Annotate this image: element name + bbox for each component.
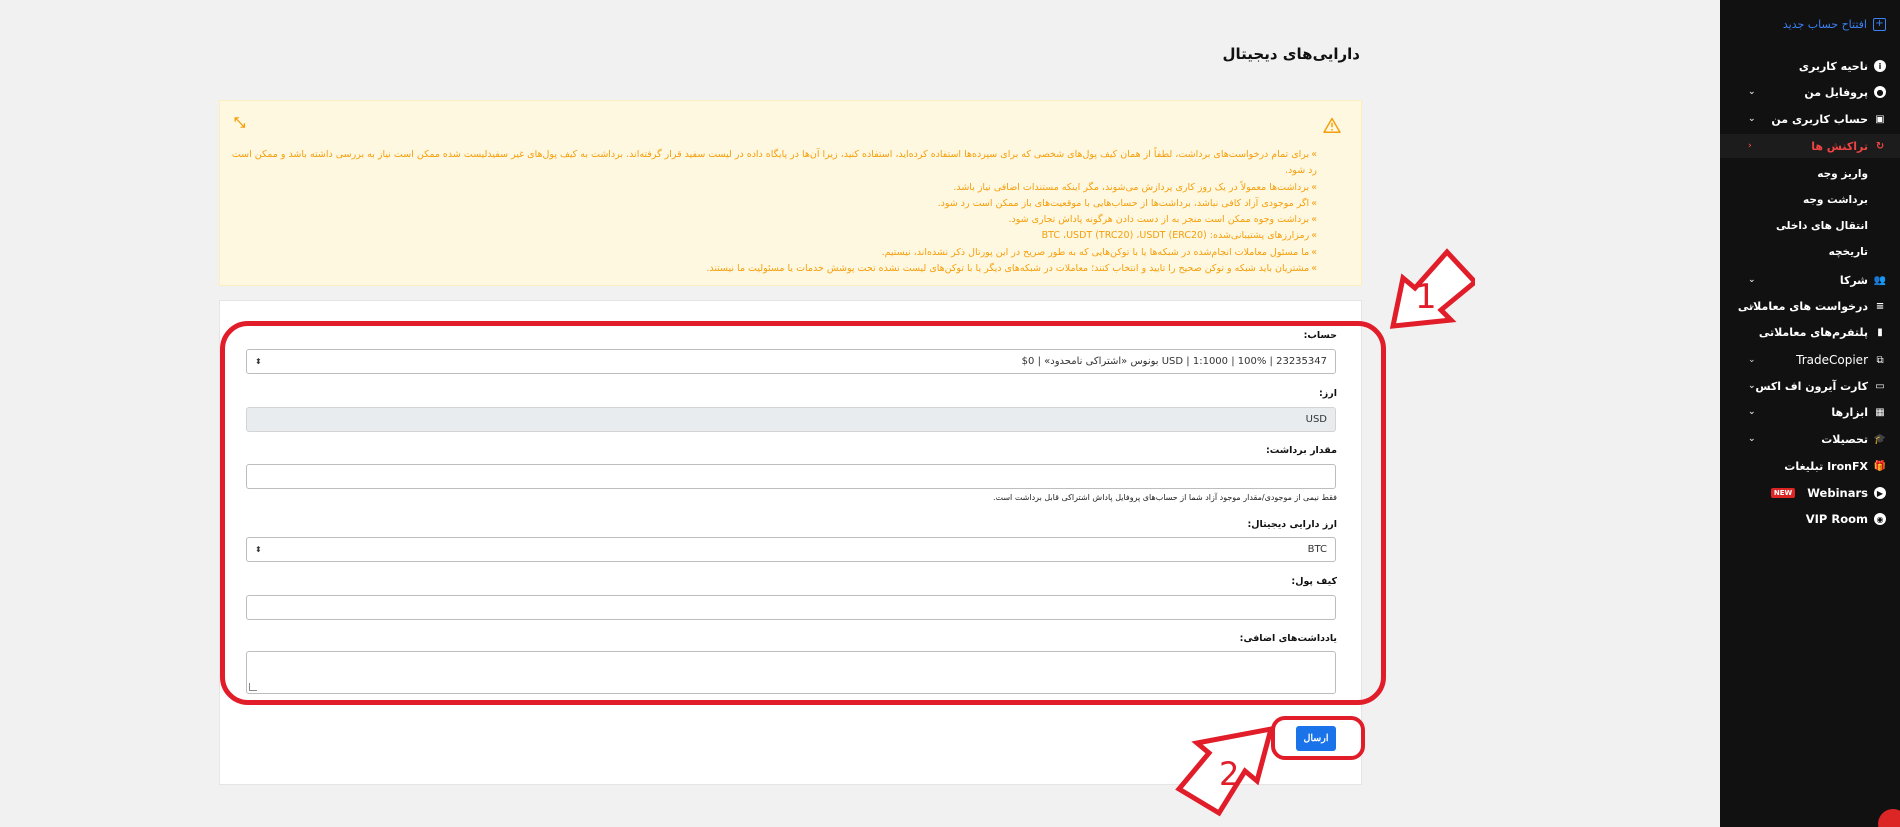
sidebar-item-label: کارت آیرون اف اکس <box>1755 379 1868 393</box>
notice-list: برای تمام درخواست‌های برداشت، لطفاً از ه… <box>220 147 1317 277</box>
notice-item: برداشت وجوه ممکن است منجر به از دست دادن… <box>220 212 1317 228</box>
sidebar-item-label: پروفایل من <box>1804 85 1868 99</box>
chevron-down-icon: ⌄ <box>1748 87 1756 97</box>
sidebar-item-label: IronFX تبلیغات <box>1784 459 1868 473</box>
sidebar-item-profile[interactable]: ● پروفایل من ⌄ <box>1720 80 1900 104</box>
warning-icon <box>1323 117 1341 133</box>
collapse-icon[interactable]: ⤡ <box>234 115 245 131</box>
sidebar-item-partners[interactable]: 👥 شرکا ⌄ <box>1720 268 1900 292</box>
open-account-link[interactable]: + افتتاح حساب جدید <box>1783 18 1886 31</box>
list-icon: ≡ <box>1875 300 1885 312</box>
user-icon: ● <box>1874 86 1886 98</box>
chevron-down-icon: ⌄ <box>1748 434 1756 444</box>
annotation-step-2: 2 <box>1219 755 1239 793</box>
chevron-down-icon: ⌄ <box>1748 114 1756 124</box>
copy-icon: ⧉ <box>1876 354 1884 366</box>
sidebar-subitem-deposit[interactable]: واریز وجه <box>1720 163 1900 185</box>
chevron-down-icon: ⌄ <box>1748 381 1756 391</box>
sidebar-subitem-withdraw[interactable]: برداشت وجه <box>1720 189 1900 211</box>
notice-item: برداشت‌ها معمولاً در یک روز کاری پردازش … <box>220 180 1317 196</box>
sidebar: + افتتاح حساب جدید i ناحیه کاربری ● پروف… <box>1720 0 1900 827</box>
sidebar-item-ironfx-card[interactable]: ▭ کارت آیرون اف اکس ⌄ <box>1720 374 1900 398</box>
sidebar-item-dashboard[interactable]: i ناحیه کاربری <box>1720 54 1900 78</box>
sidebar-item-label: VIP Room <box>1805 512 1868 526</box>
withdrawal-notice: ⤡ برای تمام درخواست‌های برداشت، لطفاً از… <box>219 100 1362 286</box>
sidebar-item-label: TradeCopier <box>1796 353 1868 367</box>
chevron-down-icon: ⌄ <box>1748 275 1756 285</box>
annotation-arrow-2: 2 <box>1175 725 1275 817</box>
sidebar-item-tools[interactable]: ▦ ابزارها ⌄ <box>1720 400 1900 424</box>
chevron-down-icon: ⌄ <box>1748 407 1756 417</box>
annotation-step-1: 1 <box>1415 277 1437 317</box>
annotation-highlight-form <box>220 321 1386 705</box>
sidebar-item-label: تراکنش ها <box>1811 139 1868 153</box>
notice-item: اگر موجودی آزاد کافی نباشد، برداشت‌ها از… <box>220 196 1317 212</box>
notice-item: برای تمام درخواست‌های برداشت، لطفاً از ه… <box>220 147 1317 180</box>
sidebar-item-education[interactable]: 🎓 تحصیلات ⌄ <box>1720 427 1900 451</box>
sidebar-item-label: ابزارها <box>1831 405 1868 419</box>
chat-widget-button[interactable] <box>1878 809 1900 827</box>
sidebar-item-label: شرکا <box>1839 273 1868 287</box>
notice-item: رمزارزهای پشتیبانی‌شده: BTC ،USDT (TRC20… <box>220 228 1317 244</box>
chevron-down-icon: ⌄ <box>1748 301 1756 311</box>
sidebar-item-transactions[interactable]: ↻ تراکنش ها ‹ <box>1720 134 1900 158</box>
sidebar-item-trading-requests[interactable]: ≡ درخواست های معاملاتی ⌄ <box>1720 294 1900 318</box>
info-icon: i <box>1874 60 1886 72</box>
sidebar-item-my-account[interactable]: ▣ حساب کاربری من ⌄ <box>1720 107 1900 131</box>
sidebar-item-label: پلتفرم‌های معاملاتی <box>1758 325 1868 339</box>
sidebar-item-label: تحصیلات <box>1821 432 1868 446</box>
book-icon: ▣ <box>1875 113 1885 125</box>
vip-icon: ◉ <box>1874 513 1886 525</box>
page-title: دارایی‌های دیجیتال <box>1222 45 1360 63</box>
sidebar-subitem-history[interactable]: تاریخچه <box>1720 241 1900 263</box>
play-icon: ▶ <box>1874 487 1886 499</box>
annotation-highlight-submit <box>1271 716 1365 760</box>
chevron-left-icon: ‹ <box>1748 141 1752 151</box>
sidebar-item-webinars[interactable]: ▶ Webinars NEW <box>1720 481 1900 505</box>
sidebar-item-label: درخواست های معاملاتی <box>1737 299 1868 313</box>
gift-icon: 🎁 <box>1873 460 1887 472</box>
sidebar-item-vip-room[interactable]: ◉ VIP Room <box>1720 507 1900 531</box>
notice-item: ما مسئول معاملات انجام‌شده در شبکه‌ها یا… <box>220 245 1317 261</box>
chevron-down-icon: ⌄ <box>1748 355 1756 365</box>
sidebar-item-label: ناحیه کاربری <box>1798 59 1868 73</box>
bar-chart-icon: ▮ <box>1877 326 1883 338</box>
sidebar-item-promotions[interactable]: 🎁 IronFX تبلیغات <box>1720 454 1900 478</box>
sidebar-item-label: حساب کاربری من <box>1771 112 1868 126</box>
users-icon: 👥 <box>1873 274 1887 286</box>
sidebar-item-label: Webinars <box>1807 486 1868 500</box>
plus-icon: + <box>1873 18 1886 31</box>
graduation-icon: 🎓 <box>1873 433 1887 445</box>
refresh-icon: ↻ <box>1875 140 1885 152</box>
sidebar-item-trading-platforms[interactable]: ▮ پلتفرم‌های معاملاتی <box>1720 320 1900 344</box>
calculator-icon: ▦ <box>1875 406 1885 418</box>
sidebar-subitem-internal-transfer[interactable]: انتقال های داخلی <box>1720 215 1900 237</box>
sidebar-item-tradecopier[interactable]: ⧉ TradeCopier ⌄ <box>1720 348 1900 372</box>
card-icon: ▭ <box>1875 380 1885 392</box>
new-badge: NEW <box>1770 488 1796 498</box>
open-account-label: افتتاح حساب جدید <box>1782 18 1867 31</box>
annotation-arrow-1: 1 <box>1389 248 1475 329</box>
notice-item: مشتریان باید شبکه و توکن صحیح را تایید و… <box>220 261 1317 277</box>
